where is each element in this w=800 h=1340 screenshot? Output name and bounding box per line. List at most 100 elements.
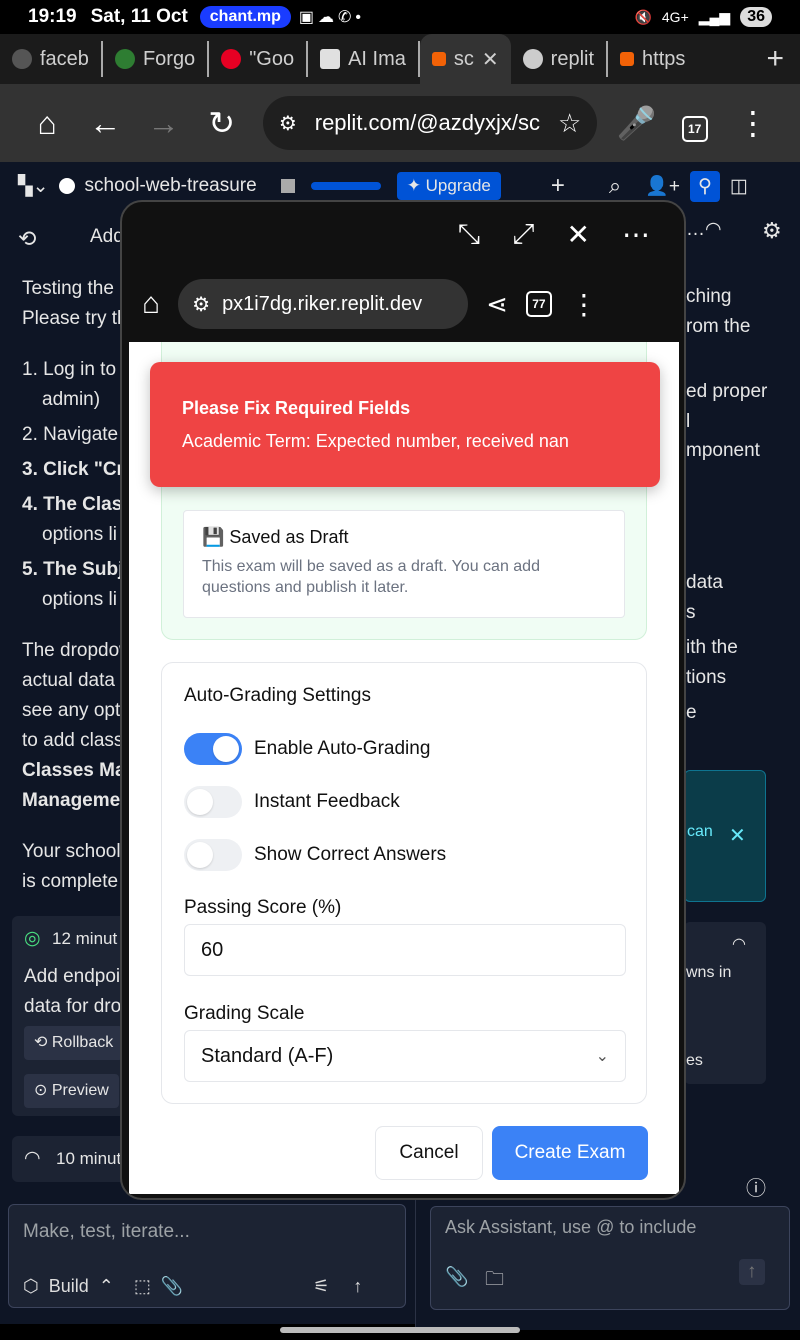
- browser-tab-active[interactable]: sc ✕: [419, 34, 511, 84]
- chat-text: 1. Log in to v: [22, 359, 131, 380]
- create-exam-form: 💾 Saved as Draft This exam will be saved…: [129, 342, 679, 1194]
- share-icon[interactable]: ⋖: [486, 289, 508, 320]
- plus-icon[interactable]: +: [551, 172, 565, 200]
- chevron-up-icon[interactable]: ⌃: [99, 1276, 114, 1297]
- passing-score-input[interactable]: 60: [184, 924, 626, 976]
- banner-text: can: [687, 823, 713, 840]
- assistant-placeholder: Ask Assistant, use @ to include: [445, 1217, 697, 1237]
- send-arrow-icon[interactable]: ↑: [353, 1276, 362, 1297]
- project-name[interactable]: school-web-treasure: [85, 175, 257, 197]
- popup-window-controls: ⤡ ⤢ ✕ ⋯: [122, 202, 684, 266]
- toggle-instant-feedback[interactable]: Instant Feedback: [184, 786, 400, 818]
- speedometer-icon: ◠: [732, 936, 746, 953]
- gesture-home-bar[interactable]: [280, 1327, 520, 1333]
- layout-icon[interactable]: ◫: [730, 175, 748, 198]
- tab-favicon-icon: [620, 52, 635, 66]
- home-icon[interactable]: ⌂: [18, 105, 76, 142]
- info-icon[interactable]: ⓘ: [746, 1172, 766, 1201]
- cancel-button[interactable]: Cancel: [375, 1126, 483, 1180]
- cancel-label: Cancel: [399, 1142, 459, 1163]
- new-tab-icon[interactable]: +: [766, 42, 800, 76]
- home-icon[interactable]: ⌂: [142, 287, 160, 321]
- toggle-enable-auto-grading[interactable]: Enable Auto-Grading: [184, 733, 430, 765]
- rollback-button[interactable]: ⟲ Rollback: [24, 1026, 124, 1060]
- search-icon[interactable]: ⌕: [609, 173, 621, 199]
- invite-user-icon[interactable]: 👤+: [645, 174, 680, 198]
- agent-chat-input[interactable]: Make, test, iterate... ⬡ Build ⌃ ⬚ 📎 ⚟ ↑: [8, 1204, 406, 1308]
- site-settings-icon[interactable]: ⚙: [279, 111, 297, 136]
- close-tab-icon[interactable]: ✕: [482, 47, 499, 72]
- speedometer-icon: ◠: [24, 1148, 41, 1169]
- tab-label: "Goo: [249, 47, 295, 70]
- tab-switcher-button[interactable]: 17: [666, 104, 724, 142]
- history-icon[interactable]: ⟲: [18, 224, 36, 254]
- address-bar[interactable]: ⚙ replit.com/@azdyxjx/sc ☆: [262, 96, 598, 150]
- minimize-icon[interactable]: ⤡: [458, 218, 480, 251]
- microphone-icon[interactable]: 🎤: [607, 104, 665, 142]
- build-label[interactable]: Build: [49, 1276, 89, 1297]
- checkpoint-text: data for dro: [24, 996, 122, 1017]
- notification-pill[interactable]: chant.mp: [199, 6, 291, 28]
- deploy-icon[interactable]: ⚲: [689, 170, 720, 202]
- browser-tab[interactable]: faceb: [0, 41, 103, 77]
- close-icon[interactable]: ✕: [729, 823, 746, 848]
- reload-icon[interactable]: ↻: [193, 104, 251, 142]
- toggle-show-correct-answers[interactable]: Show Correct Answers: [184, 839, 446, 871]
- browser-tab[interactable]: AI Ima: [308, 41, 420, 77]
- browser-tab[interactable]: replit: [511, 41, 609, 77]
- tab-switcher-button[interactable]: 77: [525, 291, 552, 317]
- tab-label: faceb: [40, 47, 89, 70]
- toggle-switch[interactable]: [184, 733, 242, 765]
- browser-tab[interactable]: https: [608, 41, 697, 77]
- left-header: Add: [90, 226, 124, 247]
- bookmark-star-icon[interactable]: ☆: [558, 108, 581, 139]
- folder-add-icon[interactable]: 🗀: [485, 1265, 504, 1297]
- status-time: 19:19: [28, 6, 77, 27]
- close-icon[interactable]: ✕: [567, 218, 590, 251]
- forward-arrow-icon[interactable]: →: [134, 105, 192, 142]
- chat-text: Classes Ma: [22, 760, 126, 781]
- create-exam-button[interactable]: Create Exam: [492, 1126, 648, 1180]
- assistant-text: ith the: [686, 637, 738, 658]
- site-settings-icon[interactable]: ⚙: [192, 292, 210, 317]
- attach-icon[interactable]: 📎: [161, 1276, 183, 1297]
- popup-address-bar[interactable]: ⚙ px1i7dg.riker.replit.dev: [178, 279, 469, 329]
- chevron-down-icon: ⌄: [595, 1048, 609, 1065]
- preview-button[interactable]: ⊙ Preview: [24, 1074, 119, 1108]
- draft-description: This exam will be saved as a draft. You …: [202, 558, 540, 596]
- gear-icon[interactable]: ⚙: [762, 218, 782, 244]
- grading-scale-select[interactable]: Standard (A-F) ⌄: [184, 1030, 626, 1082]
- status-icon: …◠: [686, 219, 722, 240]
- chat-text: Your school: [22, 841, 121, 862]
- chat-toolbar: ⬡ Build ⌃ ⬚ 📎 ⚟ ↑: [23, 1276, 362, 1297]
- maximize-icon[interactable]: ⤢: [512, 218, 534, 251]
- tab-favicon-icon: [12, 49, 32, 69]
- browser-tab-strip: faceb Forgo "Goo AI Ima sc ✕ replit http…: [0, 34, 800, 84]
- more-menu-icon[interactable]: ⋮: [724, 104, 782, 142]
- error-toast[interactable]: Please Fix Required Fields Academic Term…: [150, 362, 660, 487]
- chat-text: admin): [42, 389, 101, 410]
- upgrade-button[interactable]: ✦ Upgrade: [396, 172, 501, 200]
- auto-grading-settings: Auto-Grading Settings Enable Auto-Gradin…: [161, 662, 647, 1104]
- browser-tab[interactable]: "Goo: [209, 41, 309, 77]
- send-arrow-icon[interactable]: ↑: [739, 1259, 765, 1285]
- upgrade-label: Upgrade: [425, 176, 491, 195]
- passing-score-value: 60: [201, 938, 224, 961]
- chat-text: actual data: [22, 670, 115, 691]
- toggle-switch[interactable]: [184, 839, 242, 871]
- chat-text: options li: [42, 524, 117, 545]
- more-horizontal-icon[interactable]: ⋯: [622, 218, 650, 251]
- replit-menu-icon[interactable]: ▚⌄: [18, 175, 49, 198]
- attach-icon[interactable]: 📎: [445, 1265, 469, 1289]
- chat-text: Managemen: [22, 790, 132, 811]
- settings-sliders-icon[interactable]: ⚟: [313, 1276, 329, 1297]
- stop-icon[interactable]: [280, 179, 295, 193]
- toggle-switch[interactable]: [184, 786, 242, 818]
- select-area-icon[interactable]: ⬚: [134, 1276, 151, 1297]
- back-arrow-icon[interactable]: ←: [76, 105, 134, 142]
- browser-tab[interactable]: Forgo: [103, 41, 210, 77]
- assistant-input[interactable]: Ask Assistant, use @ to include 📎 🗀 ↑: [430, 1206, 790, 1310]
- chat-text: see any opti: [22, 700, 125, 721]
- tab-label: AI Ima: [348, 47, 406, 70]
- more-menu-icon[interactable]: ⋮: [570, 288, 598, 321]
